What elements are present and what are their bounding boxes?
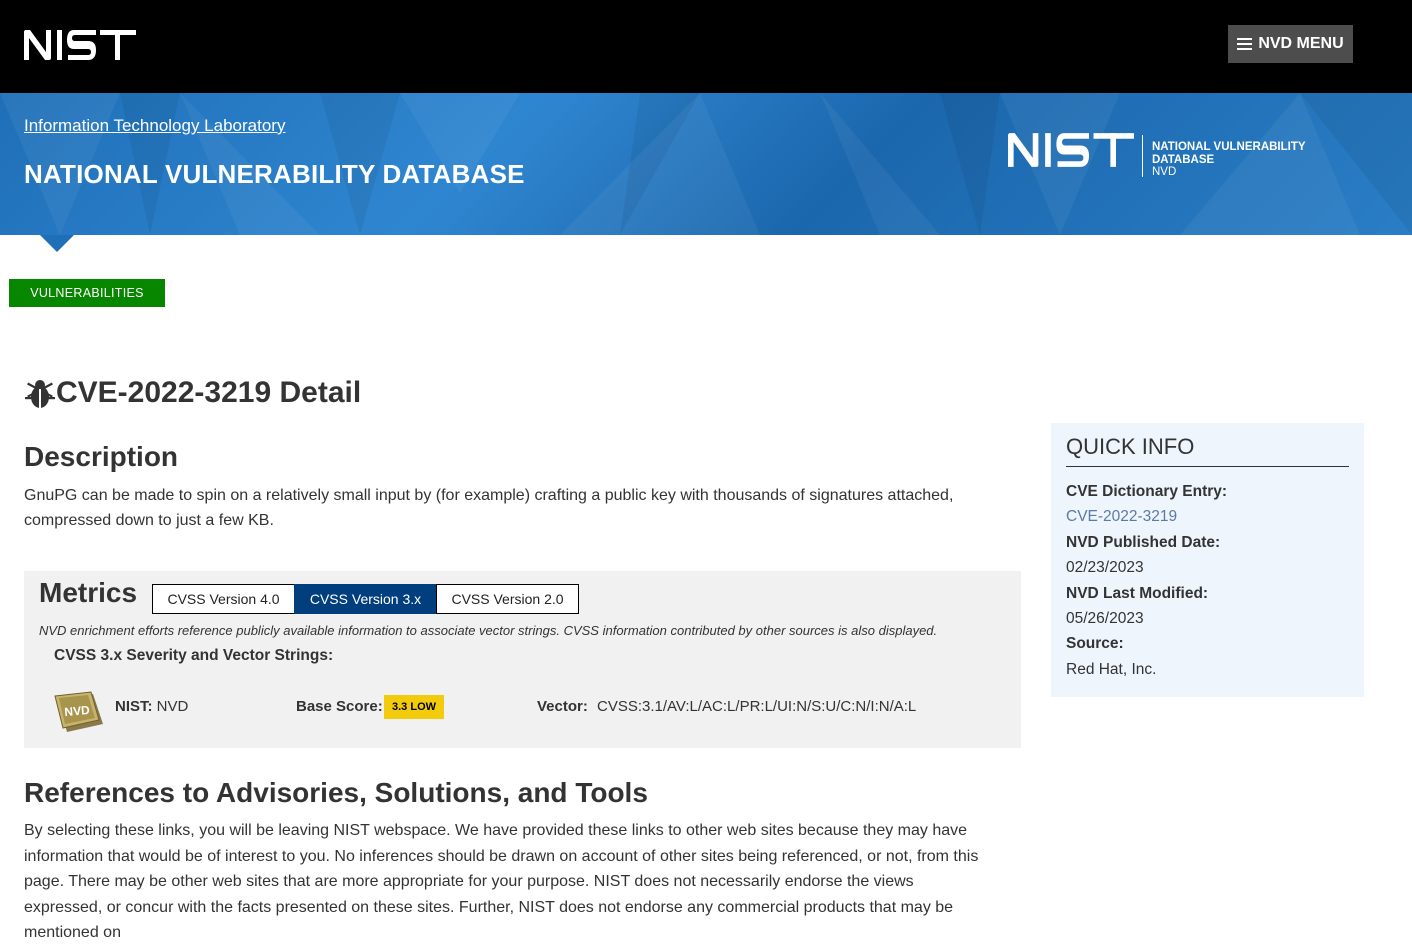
enrichment-note: NVD enrichment efforts reference publicl… xyxy=(39,623,938,638)
quick-info-panel: QUICK INFO CVE Dictionary Entry: CVE-202… xyxy=(1051,423,1364,697)
nvd-menu-label: NVD MENU xyxy=(1258,35,1344,52)
cve-entry-label: CVE Dictionary Entry: xyxy=(1066,483,1228,500)
published-date-value: 02/23/2023 xyxy=(1066,559,1144,577)
description-text: GnuPG can be made to spin on a relativel… xyxy=(24,487,954,529)
nvd-banner-logo[interactable] xyxy=(1008,133,1134,167)
published-date-label: NVD Published Date: xyxy=(1066,533,1221,551)
vector-value: CVSS:3.1/AV:L/AC:L/PR:L/UI:N/S:U/C:N/I:N… xyxy=(597,698,917,715)
references-text: By selecting these links, you will be le… xyxy=(24,822,979,941)
tab-cvss-2-0[interactable]: CVSS Version 2.0 xyxy=(436,584,579,614)
cvss-version-tabs: CVSS Version 4.0 CVSS Version 3.x CVSS V… xyxy=(152,584,579,614)
references-heading: References to Advisories, Solutions, and… xyxy=(24,777,648,808)
last-modified-label: NVD Last Modified: xyxy=(1066,584,1209,602)
vector-label: Vector: xyxy=(537,698,588,715)
top-bar: NVD MENU xyxy=(0,0,1412,93)
score-source: NIST: NVD xyxy=(115,698,189,715)
nvd-badge-icon: NVD xyxy=(54,691,103,732)
cve-entry-link[interactable]: CVE-2022-3219 xyxy=(1066,504,1349,529)
nvd-badge-text: NVD xyxy=(64,703,91,719)
nvd-banner: Information Technology Laboratory NATION… xyxy=(0,93,1412,235)
last-modified-value: 05/26/2023 xyxy=(1066,609,1144,627)
nvd-title[interactable]: NATIONAL VULNERABILITY DATABASE xyxy=(24,159,525,190)
metrics-panel: Metrics CVSS Version 4.0 CVSS Version 3.… xyxy=(24,571,1021,748)
page-title-text: CVE-2022-3219 Detail xyxy=(56,376,362,409)
banner-caret xyxy=(40,235,74,252)
metrics-heading: Metrics xyxy=(39,577,138,608)
itl-link[interactable]: Information Technology Laboratory xyxy=(24,116,285,136)
source-value: Red Hat, Inc. xyxy=(1066,660,1157,678)
base-score-badge[interactable]: 3.3 LOW xyxy=(384,695,445,719)
tab-cvss-4-0[interactable]: CVSS Version 4.0 xyxy=(152,584,295,614)
quick-info-list: CVE Dictionary Entry: CVE-2022-3219 NVD … xyxy=(1066,479,1349,682)
page-title: CVE-2022-3219 Detail xyxy=(24,376,361,410)
base-score-label: Base Score: xyxy=(296,698,383,715)
description-heading: Description xyxy=(24,441,179,472)
hamburger-icon xyxy=(1237,38,1253,50)
quick-info-title: QUICK INFO xyxy=(1066,434,1349,467)
tab-cvss-3-x[interactable]: CVSS Version 3.x xyxy=(294,584,437,614)
bug-icon xyxy=(25,380,55,408)
severity-heading: CVSS 3.x Severity and Vector Strings: xyxy=(54,647,334,664)
source-label: Source: xyxy=(1066,635,1124,653)
banner-logo-text: NATIONAL VULNERABILITY DATABASE NVD xyxy=(1152,141,1306,178)
banner-logo-divider xyxy=(1142,135,1143,177)
vulnerabilities-tag[interactable]: VULNERABILITIES xyxy=(9,279,165,307)
nvd-menu-button[interactable]: NVD MENU xyxy=(1228,25,1353,63)
nist-logo[interactable] xyxy=(24,30,136,60)
